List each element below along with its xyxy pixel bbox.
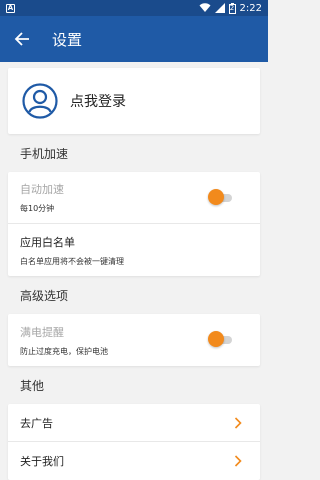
- status-time: 2:22: [239, 2, 262, 14]
- full-charge-row[interactable]: 满电提醒 防止过度充电，保护电池: [8, 314, 260, 366]
- login-card[interactable]: 点我登录: [8, 68, 260, 134]
- status-right: 2 2:22: [199, 2, 262, 14]
- status-left: A: [6, 3, 15, 13]
- chevron-right-icon: [234, 416, 242, 429]
- advanced-card: 满电提醒 防止过度充电，保护电池: [8, 314, 260, 366]
- other-card: 去广告 关于我们: [8, 404, 260, 480]
- whitelist-title: 应用白名单: [20, 235, 75, 249]
- remove-ads-row[interactable]: 去广告: [8, 404, 260, 442]
- signal-icon: [214, 3, 225, 13]
- avatar-icon: [22, 83, 58, 119]
- wifi-icon: [199, 3, 211, 12]
- full-charge-toggle[interactable]: [208, 331, 232, 347]
- about-row[interactable]: 关于我们: [8, 442, 260, 480]
- app-bar: 设置: [0, 16, 268, 62]
- auto-speed-subtitle: 每10分钟: [20, 204, 55, 213]
- toggle-thumb: [208, 331, 224, 347]
- status-bar: A 2 2:22: [0, 0, 268, 16]
- page-title: 设置: [52, 30, 83, 49]
- whitelist-row[interactable]: 应用白名单 白名单应用将不会被一键清理: [8, 224, 260, 276]
- sim-card-icon: A: [6, 3, 15, 13]
- remove-ads-title: 去广告: [20, 416, 53, 430]
- toggle-thumb: [208, 188, 224, 205]
- back-button[interactable]: [10, 27, 34, 51]
- battery-icon: 2: [228, 2, 236, 14]
- login-label: 点我登录: [70, 94, 126, 110]
- section-title-speed: 手机加速: [20, 146, 69, 161]
- section-title-advanced: 高级选项: [20, 288, 69, 303]
- auto-speed-row[interactable]: 自动加速 每10分钟: [8, 172, 260, 224]
- about-title: 关于我们: [20, 455, 64, 468]
- battery-level: 2: [229, 3, 235, 12]
- section-title-other: 其他: [20, 378, 45, 393]
- whitelist-subtitle: 白名单应用将不会被一键清理: [20, 256, 124, 266]
- settings-content: 点我登录 手机加速 自动加速 每10分钟 应用白名单 白名单应用将不会被一键清理…: [0, 68, 268, 480]
- auto-speed-toggle[interactable]: [208, 188, 232, 205]
- speed-card: 自动加速 每10分钟 应用白名单 白名单应用将不会被一键清理: [8, 172, 260, 276]
- full-charge-subtitle: 防止过度充电，保护电池: [20, 346, 108, 356]
- chevron-right-icon: [234, 455, 242, 467]
- back-arrow-icon: [14, 32, 29, 46]
